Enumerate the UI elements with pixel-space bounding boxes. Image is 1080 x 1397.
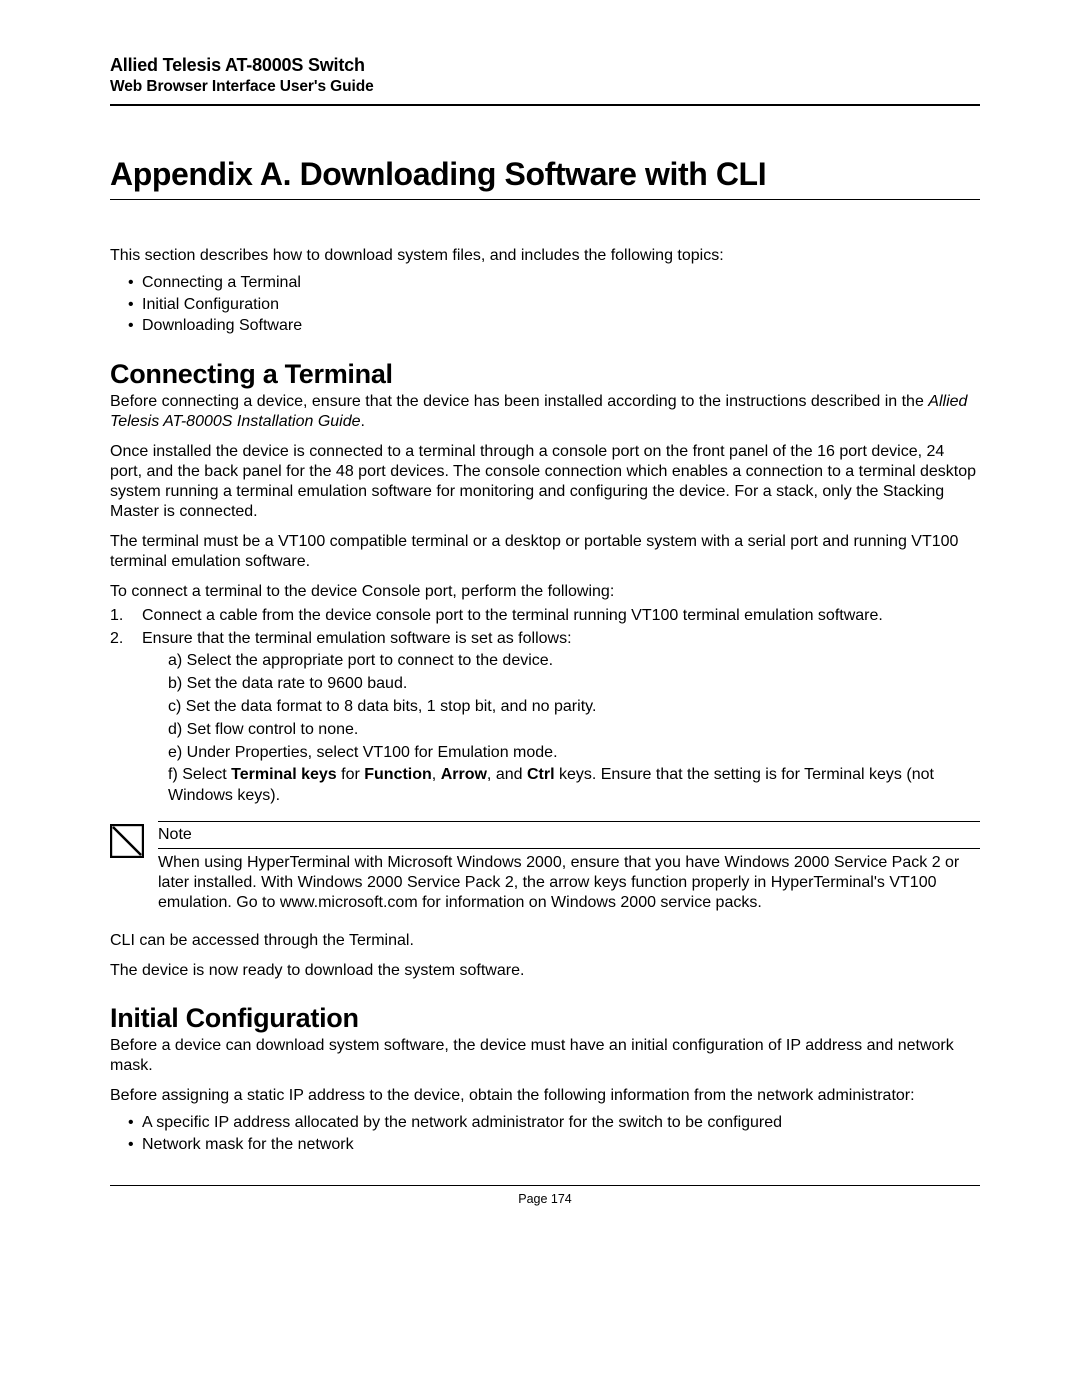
step-item: Connect a cable from the device console … (110, 606, 980, 627)
list-item: Connecting a Terminal (128, 272, 980, 294)
paragraph: Before assigning a static IP address to … (110, 1086, 980, 1106)
sub-item: d) Set flow control to none. (168, 720, 980, 741)
intro-paragraph: This section describes how to download s… (110, 246, 980, 266)
text-run: , and (487, 766, 527, 783)
title-rule (110, 199, 980, 200)
paragraph: Once installed the device is connected t… (110, 442, 980, 522)
note-icon (110, 824, 144, 858)
text-bold: Ctrl (527, 766, 555, 783)
sub-item: c) Set the data format to 8 data bits, 1… (168, 697, 980, 718)
header-guide-name: Web Browser Interface User's Guide (110, 78, 980, 96)
list-item: Network mask for the network (128, 1134, 980, 1156)
paragraph: The device is now ready to download the … (110, 961, 980, 981)
note-rule (158, 821, 980, 822)
note-block: Note When using HyperTerminal with Micro… (110, 821, 980, 913)
section-heading-connecting: Connecting a Terminal (110, 359, 980, 390)
paragraph: CLI can be accessed through the Terminal… (110, 931, 980, 951)
page-number: Page 174 (110, 1192, 980, 1206)
sub-item: e) Under Properties, select VT100 for Em… (168, 743, 980, 764)
sub-item: b) Set the data rate to 9600 baud. (168, 674, 980, 695)
text-bold: Function (364, 766, 432, 783)
text-bold: Arrow (441, 766, 487, 783)
text-run: Ensure that the terminal emulation softw… (142, 630, 572, 647)
list-item: Downloading Software (128, 315, 980, 337)
numbered-steps: Connect a cable from the device console … (110, 606, 980, 807)
text-run: Before connecting a device, ensure that … (110, 393, 928, 410)
text-run: . (361, 413, 365, 430)
info-list: A specific IP address allocated by the n… (110, 1112, 980, 1155)
list-item: A specific IP address allocated by the n… (128, 1112, 980, 1134)
page: Allied Telesis AT-8000S Switch Web Brows… (0, 0, 1080, 1397)
note-body: When using HyperTerminal with Microsoft … (158, 853, 980, 913)
step-item: Ensure that the terminal emulation softw… (110, 629, 980, 807)
topics-list: Connecting a Terminal Initial Configurat… (110, 272, 980, 337)
note-heading: Note (158, 826, 980, 844)
section-heading-initial-config: Initial Configuration (110, 1003, 980, 1034)
sub-item: f) Select Terminal keys for Function, Ar… (168, 765, 980, 807)
paragraph: Before connecting a device, ensure that … (110, 392, 980, 432)
paragraph: To connect a terminal to the device Cons… (110, 582, 980, 602)
footer-rule (110, 1185, 980, 1186)
paragraph: Before a device can download system soft… (110, 1036, 980, 1076)
header-product: Allied Telesis AT-8000S Switch (110, 55, 980, 76)
list-item: Initial Configuration (128, 294, 980, 316)
note-content: Note When using HyperTerminal with Micro… (158, 821, 980, 913)
header-rule (110, 104, 980, 106)
text-bold: Terminal keys (231, 766, 337, 783)
text-run: , (432, 766, 441, 783)
appendix-title: Appendix A. Downloading Software with CL… (110, 156, 980, 193)
note-rule (158, 848, 980, 849)
text-run: f) Select (168, 766, 231, 783)
sub-steps: a) Select the appropriate port to connec… (142, 651, 980, 807)
page-header: Allied Telesis AT-8000S Switch Web Brows… (110, 55, 980, 96)
paragraph: The terminal must be a VT100 compatible … (110, 532, 980, 572)
text-run: for (337, 766, 365, 783)
sub-item: a) Select the appropriate port to connec… (168, 651, 980, 672)
